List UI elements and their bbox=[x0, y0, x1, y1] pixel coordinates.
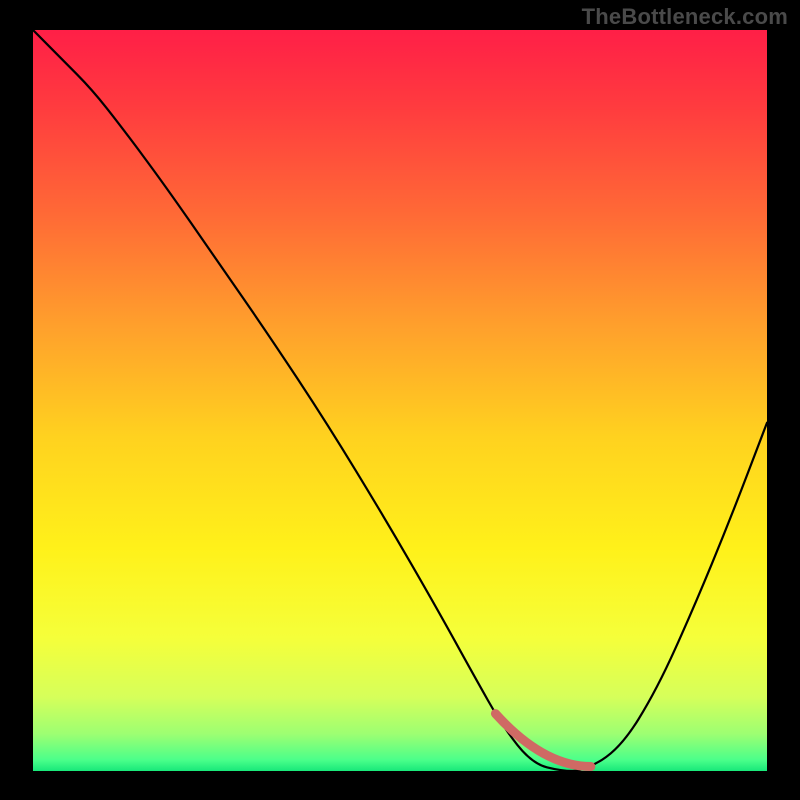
watermark-text: TheBottleneck.com bbox=[582, 4, 788, 30]
chart-frame: TheBottleneck.com bbox=[0, 0, 800, 800]
plot-background bbox=[33, 30, 767, 771]
bottleneck-chart bbox=[0, 0, 800, 800]
